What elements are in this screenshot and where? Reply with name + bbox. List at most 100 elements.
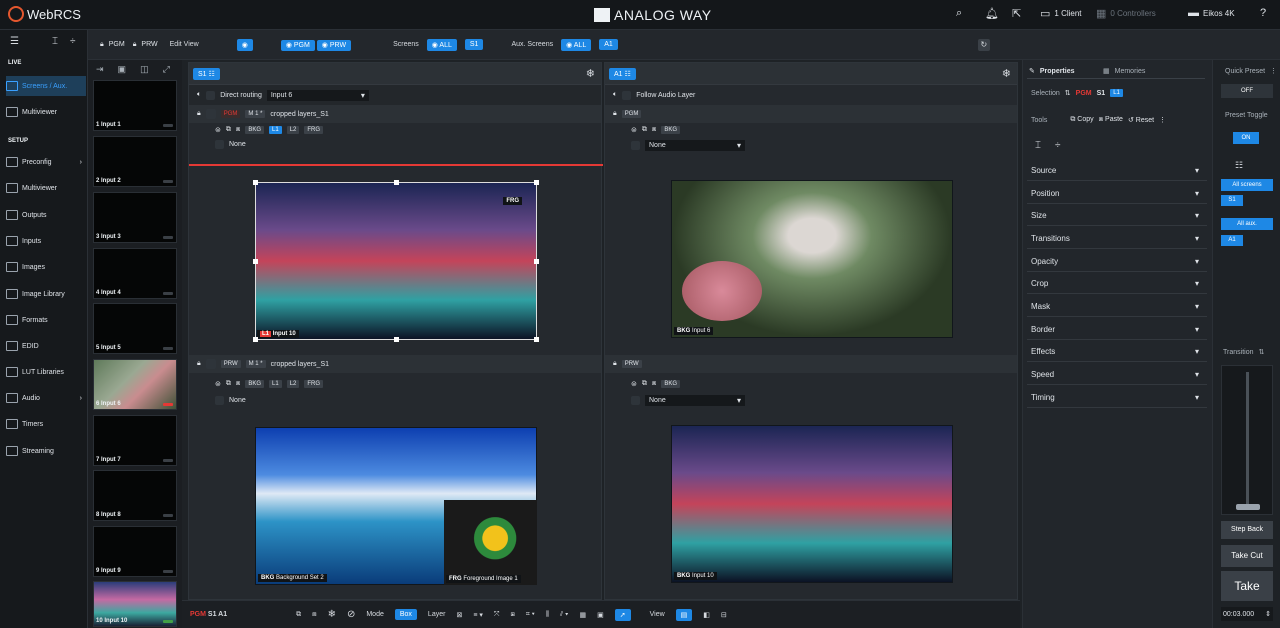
paste-layer-icon[interactable]: ⧈ — [312, 611, 316, 619]
more-icon[interactable]: ⋮ — [1270, 67, 1277, 75]
align-menu-icon[interactable]: ≡ ▾ — [473, 611, 483, 619]
copy-layer-icon[interactable]: ⧉ — [642, 380, 647, 388]
screens-all-button[interactable]: ◉ ALL — [426, 38, 457, 51]
input-tile-7[interactable]: 7 Input 7 — [93, 415, 177, 466]
take-button[interactable]: Take — [1221, 571, 1273, 601]
layer-l2-tag[interactable]: L2 — [286, 380, 300, 388]
pointer-tool-button[interactable]: ➚ — [614, 608, 631, 621]
section-size[interactable]: Size ▾ — [1027, 206, 1207, 226]
paste-button[interactable]: ⧈ Paste — [1099, 116, 1123, 124]
tab-properties[interactable]: ✎ Properties — [1029, 65, 1075, 77]
aux-all-button[interactable]: ◉ ALL — [561, 38, 592, 51]
layer-bkg-tag[interactable]: BKG — [661, 380, 680, 388]
step-back-button[interactable]: Step Back — [1221, 521, 1273, 539]
clients-button[interactable]: ▭ 1 Client — [1040, 7, 1082, 20]
quick-s1-button[interactable]: S1 — [1221, 195, 1243, 206]
section-speed[interactable]: Speed ▾ — [1027, 365, 1207, 385]
view-split-icon[interactable]: ◧ — [703, 611, 710, 619]
foreground-image[interactable]: FRG Foreground Image 1 — [444, 500, 537, 585]
resize-handle[interactable] — [253, 259, 258, 264]
refresh-icon[interactable]: ↻ — [977, 38, 990, 51]
align-icon[interactable]: ⌶ — [52, 36, 58, 47]
align-icon[interactable]: ⌶ — [1035, 140, 1041, 151]
copy-layer-icon[interactable]: ⧉ — [226, 126, 231, 134]
resize-handle[interactable] — [253, 180, 258, 185]
resize-handle[interactable] — [534, 259, 539, 264]
input-tile-6[interactable]: 6 Input 6 — [93, 359, 177, 410]
snap-icon[interactable]: ⧆ — [510, 611, 514, 619]
paste-layer-icon[interactable]: ⧈ — [236, 126, 240, 134]
stack-icon[interactable]: ⊜ — [631, 126, 637, 134]
no-source-icon[interactable]: ⊘ — [347, 609, 355, 620]
input-tile-1[interactable]: 1 Input 1 — [93, 80, 177, 131]
lock-icon[interactable]: 🔒︎ — [197, 360, 201, 368]
section-crop[interactable]: Crop ▾ — [1027, 274, 1207, 294]
distribute-menu-icon[interactable]: ⫽ ▾ — [560, 611, 568, 619]
input-tile-5[interactable]: 5 Input 5 — [93, 303, 177, 354]
slider-handle[interactable] — [1236, 504, 1260, 510]
screen-s1-button[interactable]: S1 — [464, 39, 484, 50]
input-tile-9[interactable]: 9 Input 9 — [93, 526, 177, 577]
input-tile-10[interactable]: 10 Input 10 — [93, 581, 177, 627]
prw-preview-canvas[interactable]: BKG Background Set 2 FRG Foreground Imag… — [255, 427, 537, 585]
image-icon[interactable]: ▣ — [118, 64, 127, 75]
input-tile-2[interactable]: 2 Input 2 — [93, 136, 177, 187]
sidebar-item-image-library[interactable]: Image Library — [6, 284, 86, 304]
stack-icon[interactable]: ⊜ — [215, 126, 221, 134]
sidebar-item-lut-libraries[interactable]: LUT Libraries — [6, 362, 86, 382]
paste-layer-icon[interactable]: ⧈ — [652, 126, 656, 134]
sidebar-item-preconfig[interactable]: Preconfig › — [6, 152, 86, 172]
safe-area-icon[interactable]: ▣ — [597, 611, 604, 619]
section-mask[interactable]: Mask ▾ — [1027, 297, 1207, 317]
a1-prw-select[interactable]: None — [645, 394, 745, 406]
reset-button[interactable]: ↺ Reset — [1128, 116, 1154, 124]
resize-handle[interactable] — [253, 337, 258, 342]
stack-icon[interactable]: ⊜ — [631, 380, 637, 388]
tab-memories[interactable]: ▦ Memories — [1103, 65, 1145, 77]
layers-icon[interactable]: ☷ — [1235, 160, 1243, 171]
mode-box-button[interactable]: Box — [394, 609, 417, 620]
lock-icon[interactable]: 🔒︎ — [613, 360, 617, 368]
sidebar-item-formats[interactable]: Formats — [6, 310, 86, 330]
crop-icon[interactable]: ⌗ ▾ — [526, 611, 535, 619]
screen-a1-tab[interactable]: A1 ☷ — [609, 67, 636, 80]
freeze-icon[interactable]: ❄ — [586, 67, 595, 80]
copy-layer-icon[interactable]: ⧉ — [296, 611, 301, 619]
paste-layer-icon[interactable]: ⧈ — [652, 380, 656, 388]
quick-preset-off-button[interactable]: OFF — [1221, 84, 1273, 98]
sort-icon[interactable]: ⇅ — [1065, 89, 1071, 97]
view-stack-icon[interactable]: ⊟ — [721, 611, 727, 619]
resize-handle[interactable] — [534, 337, 539, 342]
layer-frg-tag[interactable]: FRG — [304, 126, 324, 134]
sidebar-item-streaming[interactable]: Streaming — [6, 441, 86, 461]
view-pgm-button[interactable]: ◉ PGM — [280, 39, 315, 51]
view-prw-button[interactable]: ◉ PRW — [316, 39, 352, 51]
copy-layer-icon[interactable]: ⧉ — [226, 380, 231, 388]
sidebar-item-inputs[interactable]: Inputs — [6, 231, 86, 251]
input-tile-4[interactable]: 4 Input 4 — [93, 248, 177, 299]
section-position[interactable]: Position ▾ — [1027, 184, 1207, 204]
split-icon[interactable]: ÷ — [1055, 140, 1061, 151]
search-icon[interactable]: ⌕ — [956, 7, 962, 20]
layer-bkg-tag[interactable]: BKG — [245, 380, 264, 388]
menu-icon[interactable]: ☰ — [10, 36, 19, 47]
lock-icon[interactable]: 🔒︎ — [613, 110, 617, 118]
layer-frg-tag[interactable]: FRG — [304, 380, 324, 388]
split-icon[interactable]: ÷ — [70, 36, 76, 47]
prw-lock-button[interactable]: 🔒︎ PRW — [133, 41, 158, 49]
resize-icon[interactable]: ⤢ — [163, 64, 170, 75]
a1-pgm-canvas[interactable]: BKG Input 6 — [671, 180, 953, 338]
view-grid-button[interactable]: ▤ — [675, 608, 693, 621]
mode-layer-button[interactable]: Layer — [428, 611, 446, 618]
sidebar-item-outputs[interactable]: Outputs — [6, 205, 86, 225]
app-logo[interactable]: WebRCS — [8, 6, 81, 22]
audio-icon[interactable]: 🔈︎ — [613, 91, 617, 99]
all-aux-button[interactable]: All aux. — [1221, 218, 1273, 230]
section-opacity[interactable]: Opacity ▾ — [1027, 252, 1207, 272]
export-icon[interactable]: ⇱ — [1012, 7, 1021, 20]
section-border[interactable]: Border ▾ — [1027, 320, 1207, 340]
more-icon[interactable]: ⋮ — [1159, 116, 1166, 124]
copy-button[interactable]: ⧉ Copy — [1070, 116, 1093, 124]
sidebar-item-screens[interactable]: Screens / Aux. — [6, 76, 86, 96]
sidebar-item-edid[interactable]: EDID — [6, 336, 86, 356]
